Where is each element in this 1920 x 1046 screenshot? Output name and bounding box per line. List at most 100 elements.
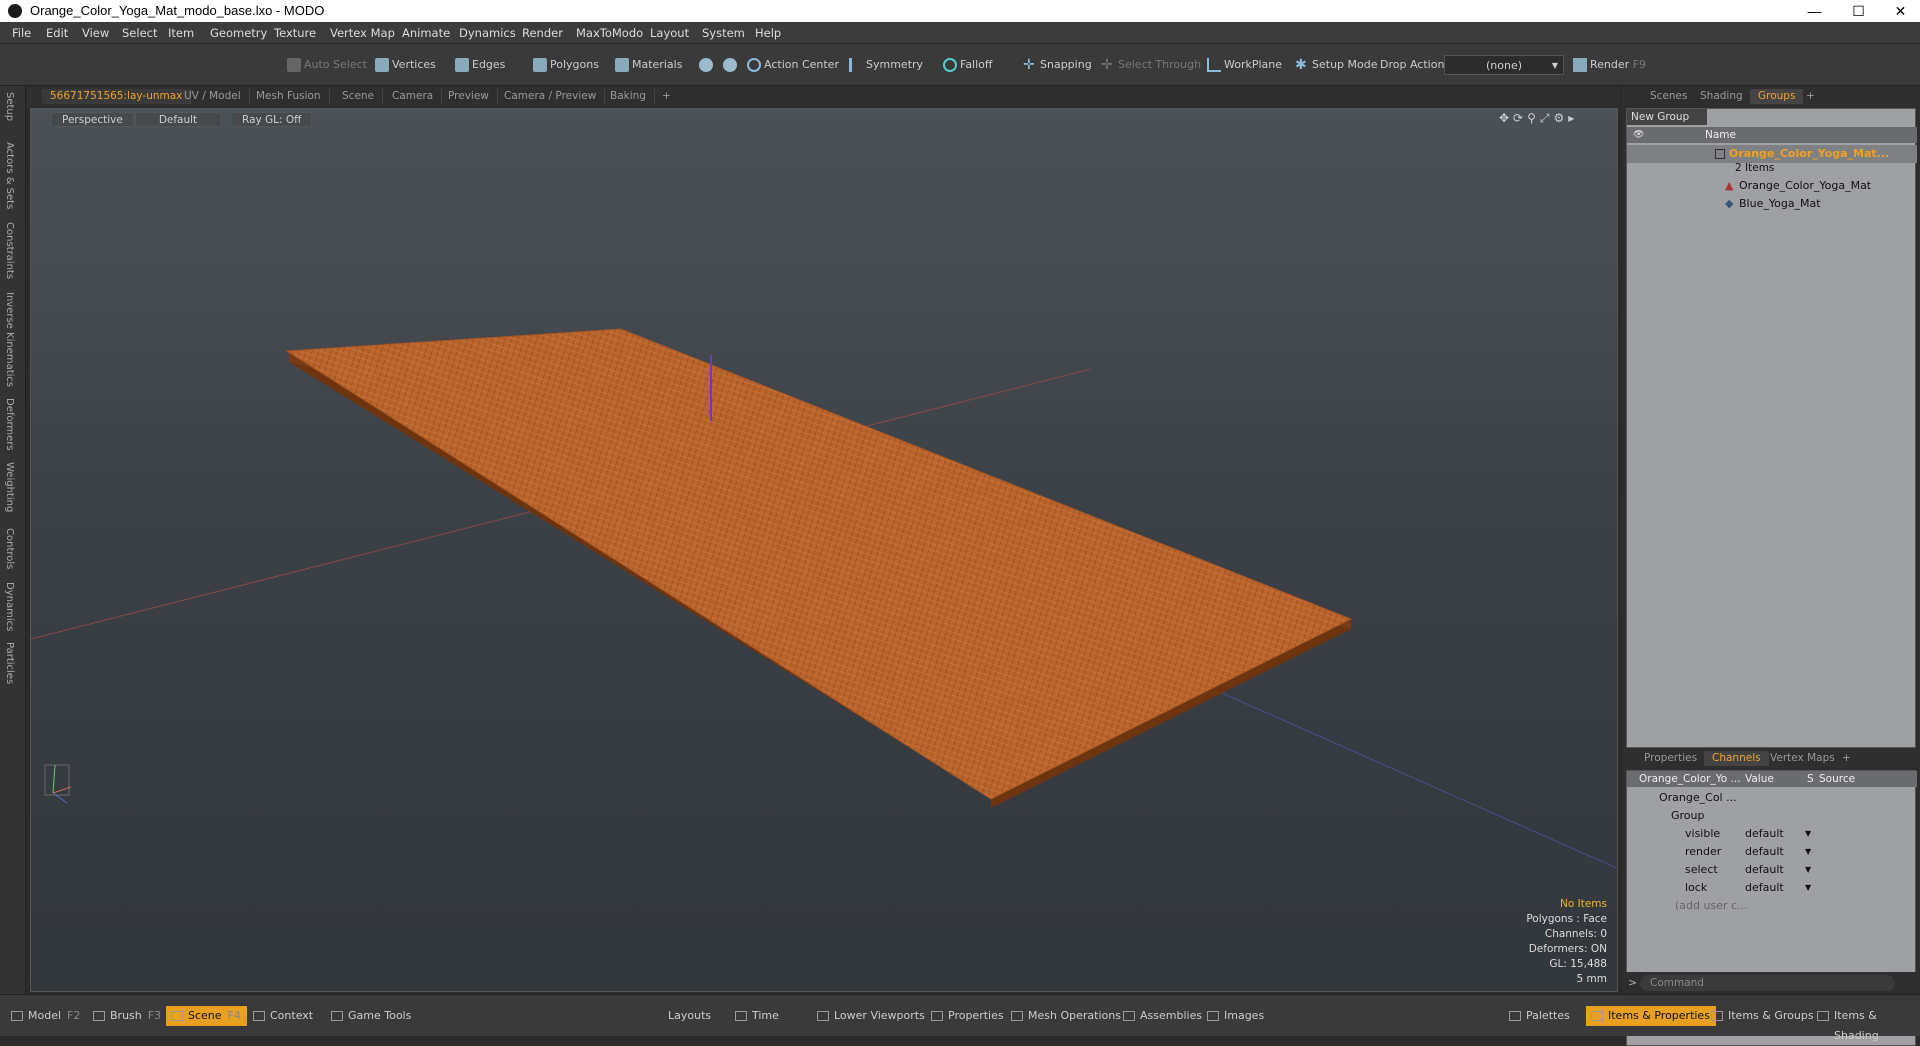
tab-shading[interactable]: Shading — [1692, 89, 1751, 104]
component-mode-icon-2[interactable] — [720, 55, 742, 75]
group-child-row[interactable]: ◆ Blue_Yoga_Mat — [1627, 195, 1917, 213]
add-tab-button[interactable]: + — [654, 89, 679, 104]
main-toolbar: Auto Select Vertices Edges Polygons Mate… — [0, 44, 1920, 86]
menu-system[interactable]: System — [702, 26, 745, 40]
yoga-mat[interactable] — [285, 328, 1353, 800]
images-button[interactable]: Images — [1202, 1006, 1270, 1026]
menu-render[interactable]: Render — [522, 26, 563, 40]
tab-scenes[interactable]: Scenes — [1642, 89, 1695, 104]
snapping-button[interactable]: ✛ Snapping — [1020, 55, 1092, 75]
tab-setup[interactable]: Setup — [4, 92, 15, 121]
scene-layout-button[interactable]: Scene F4 — [166, 1006, 247, 1026]
items-shading-button[interactable]: Items & Shading — [1812, 1006, 1920, 1042]
menu-view[interactable]: View — [82, 26, 109, 40]
channel-row-visible[interactable]: visible default ▼ — [1627, 825, 1917, 843]
command-prompt: > — [1628, 976, 1638, 989]
menu-item[interactable]: Item — [168, 26, 194, 40]
channel-tree-root[interactable]: Orange_Col ... — [1627, 789, 1917, 807]
tab-properties[interactable]: Properties — [1636, 751, 1705, 766]
close-button[interactable]: ✕ — [1878, 0, 1920, 22]
select-through-button[interactable]: ✛ Select Through — [1098, 55, 1201, 75]
tab-weighting[interactable]: Weighting — [4, 462, 15, 512]
channel-row-lock[interactable]: lock default ▼ — [1627, 879, 1917, 897]
chevron-down-icon: ▼ — [1805, 829, 1812, 838]
component-mode-icon-1[interactable] — [696, 55, 718, 75]
3d-viewport[interactable]: Perspective Default Ray GL: Off ✥⟳⚲⤢⚙▸ N… — [30, 108, 1618, 992]
tab-baking[interactable]: Baking — [602, 89, 655, 104]
context-button[interactable]: Context — [248, 1006, 319, 1026]
tab-actors-sets[interactable]: Actors & Sets — [4, 142, 15, 209]
tab-vertex-maps[interactable]: Vertex Maps — [1762, 751, 1843, 766]
tab-preview[interactable]: Preview — [440, 89, 498, 104]
materials-button[interactable]: Materials — [612, 55, 682, 75]
channel-tree-group[interactable]: Group — [1627, 807, 1917, 825]
menu-texture[interactable]: Texture — [274, 26, 316, 40]
channel-row-render[interactable]: render default ▼ — [1627, 843, 1917, 861]
time-button[interactable]: Time — [730, 1006, 785, 1026]
menu-vertex-map[interactable]: Vertex Map — [330, 26, 395, 40]
menu-file[interactable]: File — [12, 26, 31, 40]
tab-dynamics[interactable]: Dynamics — [4, 582, 15, 631]
workplane-button[interactable]: WorkPlane — [1204, 55, 1282, 75]
items-properties-button[interactable]: Items & Properties — [1586, 1006, 1716, 1026]
crosshair-icon — [747, 58, 761, 72]
model-layout-button[interactable]: Model F2 — [6, 1006, 86, 1026]
symmetry-button[interactable]: Symmetry — [846, 55, 923, 75]
vertices-button[interactable]: Vertices — [372, 55, 436, 75]
layout-icon — [1711, 1011, 1723, 1021]
info-items: No Items — [1560, 898, 1607, 910]
auto-select-button[interactable]: Auto Select — [284, 55, 367, 75]
edges-button[interactable]: Edges — [452, 55, 505, 75]
mesh-icon — [699, 58, 713, 72]
mesh-operations-button[interactable]: Mesh Operations — [1006, 1006, 1127, 1026]
tab-lay-unmax[interactable]: 56671751565:lay-unmax — [42, 89, 192, 104]
tab-deformers[interactable]: Deformers — [4, 398, 15, 451]
drop-action-select[interactable]: (none) ▼ — [1444, 55, 1564, 75]
tab-channels[interactable]: Channels — [1704, 751, 1769, 766]
add-user-channel[interactable]: (add user c... — [1627, 897, 1917, 915]
add-right-tab[interactable]: + — [1798, 89, 1823, 104]
tab-scene[interactable]: Scene — [334, 89, 384, 104]
new-group-button[interactable]: New Group — [1627, 109, 1707, 125]
tab-camera-preview[interactable]: Camera / Preview — [496, 89, 606, 104]
command-input[interactable]: Command — [1640, 975, 1895, 991]
brush-layout-button[interactable]: Brush F3 — [88, 1006, 167, 1026]
menu-dynamics[interactable]: Dynamics — [459, 26, 516, 40]
tab-mesh-fusion[interactable]: Mesh Fusion — [248, 89, 330, 104]
tab-particles[interactable]: Particles — [4, 642, 15, 684]
snapping-icon: ✛ — [1023, 57, 1035, 73]
minimize-button[interactable]: — — [1792, 0, 1837, 22]
add-props-tab[interactable]: + — [1834, 751, 1859, 766]
falloff-icon — [943, 58, 957, 72]
game-tools-button[interactable]: Game Tools — [326, 1006, 417, 1026]
menu-maxtomodo[interactable]: MaxToModo — [576, 26, 643, 40]
menu-help[interactable]: Help — [755, 26, 781, 40]
tab-groups[interactable]: Groups — [1750, 89, 1804, 104]
layouts-button[interactable]: Layouts — [650, 1006, 717, 1026]
menu-geometry[interactable]: Geometry — [210, 26, 267, 40]
polygons-button[interactable]: Polygons — [530, 55, 599, 75]
menu-bar: File Edit View Select Item Geometry Text… — [0, 22, 1920, 44]
channel-row-select[interactable]: select default ▼ — [1627, 861, 1917, 879]
tab-constraints[interactable]: Constraints — [4, 222, 15, 279]
items-groups-button[interactable]: Items & Groups — [1706, 1006, 1820, 1026]
menu-layout[interactable]: Layout — [650, 26, 689, 40]
menu-edit[interactable]: Edit — [46, 26, 68, 40]
tab-camera[interactable]: Camera — [384, 89, 443, 104]
assemblies-button[interactable]: Assemblies — [1118, 1006, 1208, 1026]
palettes-button[interactable]: Palettes — [1504, 1006, 1576, 1026]
render-button[interactable]: Render F9 — [1570, 55, 1646, 75]
setup-mode-icon: ✱ — [1295, 57, 1307, 73]
menu-animate[interactable]: Animate — [402, 26, 450, 40]
properties-button[interactable]: Properties — [926, 1006, 1010, 1026]
falloff-button[interactable]: Falloff — [940, 55, 992, 75]
tab-uv-model[interactable]: UV / Model — [176, 89, 250, 104]
tab-controls[interactable]: Controls — [4, 528, 15, 569]
info-gl: GL: 15,488 — [1549, 958, 1607, 970]
menu-select[interactable]: Select — [122, 26, 157, 40]
maximize-button[interactable]: ☐ — [1836, 0, 1881, 22]
group-child-row[interactable]: ▲ Orange_Color_Yoga_Mat — [1627, 177, 1917, 195]
action-center-button[interactable]: Action Center — [744, 55, 839, 75]
lower-viewports-button[interactable]: Lower Viewports — [812, 1006, 931, 1026]
tab-inverse-kinematics[interactable]: Inverse Kinematics — [4, 292, 15, 387]
